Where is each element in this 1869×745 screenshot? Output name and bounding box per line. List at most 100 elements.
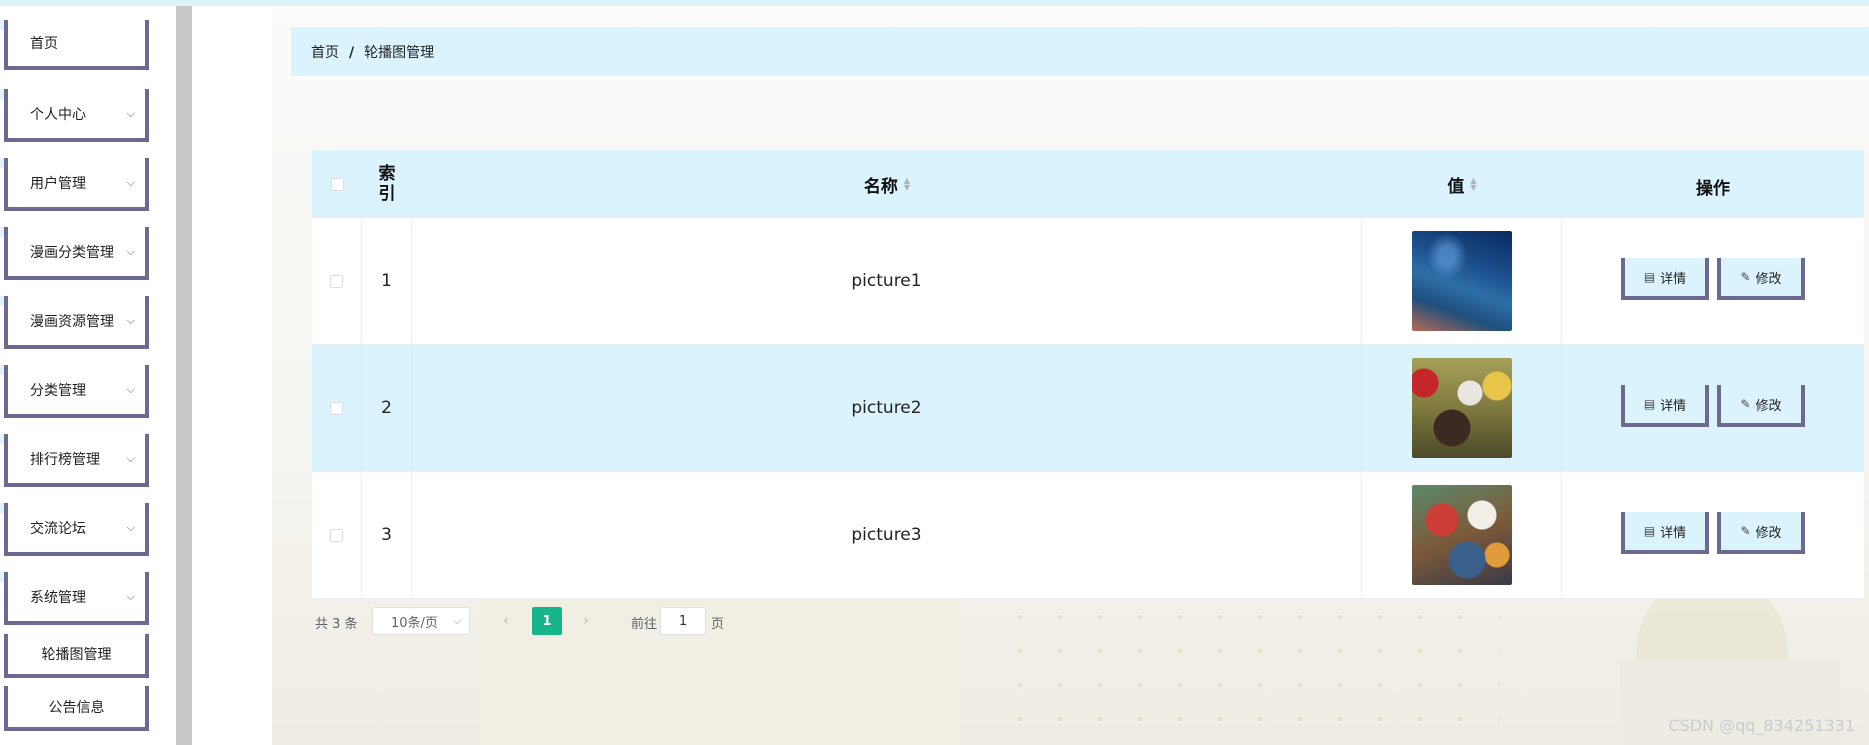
table-row: 2 picture2 ▤ 详情 ✎ 修改 — [312, 345, 1864, 472]
header-value-label: 值 — [1447, 176, 1465, 197]
layout-gap — [192, 6, 272, 745]
row-select — [312, 218, 362, 344]
detail-button-label: 详情 — [1660, 271, 1687, 287]
goto-page-input[interactable]: 1 — [660, 607, 706, 635]
row-name: picture2 — [412, 345, 1362, 471]
document-icon: ▤ — [1643, 524, 1656, 538]
goto-suffix: 页 — [711, 616, 725, 632]
edit-icon: ✎ — [1740, 270, 1751, 284]
row-select — [312, 472, 362, 598]
sort-icon[interactable]: ▲ ▼ — [1470, 177, 1476, 192]
table-row: 3 picture3 ▤ 详情 ✎ 修改 — [312, 472, 1864, 599]
chevron-down-icon: ⌵ — [126, 451, 135, 465]
header-value[interactable]: 值 ▲ ▼ — [1362, 150, 1562, 218]
carousel-thumbnail[interactable] — [1411, 485, 1512, 585]
sidebar-item-label: 漫画分类管理 — [30, 244, 114, 261]
sidebar-item-personal-center[interactable]: 个人中心 ⌵ — [4, 89, 149, 142]
row-checkbox[interactable] — [330, 274, 343, 288]
header-actions: 操作 — [1562, 150, 1864, 218]
row-checkbox[interactable] — [330, 528, 343, 542]
sidebar-item-label: 轮播图管理 — [41, 647, 112, 663]
header-name[interactable]: 名称 ▲ ▼ — [412, 150, 1362, 218]
sidebar-item-system-management[interactable]: 系统管理 ⌵ — [4, 572, 149, 625]
edit-button[interactable]: ✎ 修改 — [1717, 258, 1805, 300]
detail-button-label: 详情 — [1660, 525, 1687, 541]
sidebar-item-category-management[interactable]: 分类管理 ⌵ — [4, 365, 149, 418]
edit-icon: ✎ — [1740, 524, 1751, 538]
pagination-total: 共 3 条 — [315, 616, 358, 632]
page-size-select[interactable]: 10条/页 ⌵ — [372, 607, 470, 635]
row-index: 2 — [362, 345, 412, 471]
sidebar-item-home[interactable]: 首页 — [4, 20, 149, 70]
detail-button[interactable]: ▤ 详情 — [1621, 512, 1709, 554]
edit-icon: ✎ — [1740, 397, 1751, 411]
row-actions: ▤ 详情 ✎ 修改 — [1562, 218, 1864, 344]
sidebar: 首页 个人中心 ⌵ 用户管理 ⌵ 漫画分类管理 ⌵ 漫画资源管理 ⌵ 分类管理 … — [0, 6, 176, 745]
detail-button-label: 详情 — [1660, 398, 1687, 414]
page-size-value: 10条/页 — [391, 615, 438, 631]
row-value — [1362, 472, 1562, 598]
header-select-all — [312, 150, 362, 218]
sidebar-item-comic-category-management[interactable]: 漫画分类管理 ⌵ — [4, 227, 149, 280]
sidebar-item-label: 排行榜管理 — [30, 451, 100, 468]
breadcrumb: 首页 / 轮播图管理 — [291, 27, 1869, 76]
sidebar-item-label: 公告信息 — [48, 699, 105, 716]
chevron-down-icon: ⌵ — [126, 589, 135, 603]
chevron-down-icon: ⌵ — [126, 382, 135, 396]
sort-icon[interactable]: ▲ ▼ — [904, 177, 910, 192]
carousel-table: 索引 名称 ▲ ▼ 值 ▲ ▼ 操作 1 picture1 ▤ 详情 ✎ 修改 … — [312, 150, 1864, 599]
row-select — [312, 345, 362, 471]
sidebar-item-user-management[interactable]: 用户管理 ⌵ — [4, 158, 149, 211]
header-index: 索引 — [362, 150, 412, 218]
breadcrumb-current: 轮播图管理 — [364, 44, 435, 61]
edit-button[interactable]: ✎ 修改 — [1717, 385, 1805, 427]
sidebar-scrollbar[interactable] — [176, 6, 192, 745]
sidebar-item-label: 用户管理 — [30, 175, 86, 192]
chevron-down-icon: ⌵ — [126, 106, 135, 120]
sidebar-item-label: 分类管理 — [30, 382, 86, 399]
row-checkbox[interactable] — [330, 401, 343, 415]
sidebar-item-forum[interactable]: 交流论坛 ⌵ — [4, 503, 149, 556]
sidebar-item-announcements[interactable]: 公告信息 — [4, 686, 149, 731]
chevron-down-icon: ⌵ — [126, 244, 135, 258]
chevron-down-icon: ⌵ — [126, 520, 135, 534]
next-page-button[interactable]: › — [573, 607, 599, 635]
sidebar-item-carousel-management[interactable]: 轮播图管理 — [4, 634, 149, 678]
sidebar-item-ranking-management[interactable]: 排行榜管理 ⌵ — [4, 434, 149, 487]
edit-button-label: 修改 — [1755, 398, 1782, 414]
sidebar-item-label: 首页 — [30, 36, 58, 52]
row-actions: ▤ 详情 ✎ 修改 — [1562, 345, 1864, 471]
carousel-thumbnail[interactable] — [1411, 231, 1512, 331]
header-actions-label: 操作 — [1696, 178, 1730, 199]
row-index: 3 — [362, 472, 412, 598]
detail-button[interactable]: ▤ 详情 — [1621, 258, 1709, 300]
sidebar-item-label: 交流论坛 — [30, 520, 86, 537]
table-row: 1 picture1 ▤ 详情 ✎ 修改 — [312, 218, 1864, 345]
row-name: picture1 — [412, 218, 1362, 344]
sidebar-item-label: 个人中心 — [30, 106, 86, 123]
document-icon: ▤ — [1643, 270, 1656, 284]
watermark: CSDN @qq_834251331 — [1668, 716, 1855, 735]
carousel-thumbnail[interactable] — [1411, 358, 1512, 458]
breadcrumb-home[interactable]: 首页 — [311, 45, 339, 61]
sidebar-item-comic-resource-management[interactable]: 漫画资源管理 ⌵ — [4, 296, 149, 349]
row-value — [1362, 345, 1562, 471]
sidebar-item-label: 漫画资源管理 — [30, 313, 114, 330]
row-name: picture3 — [412, 472, 1362, 598]
select-all-checkbox[interactable] — [330, 177, 344, 191]
row-actions: ▤ 详情 ✎ 修改 — [1562, 472, 1864, 598]
table-header: 索引 名称 ▲ ▼ 值 ▲ ▼ 操作 — [312, 150, 1864, 218]
chevron-down-icon: ⌵ — [126, 175, 135, 189]
edit-button-label: 修改 — [1755, 271, 1782, 287]
edit-button[interactable]: ✎ 修改 — [1717, 512, 1805, 554]
background-dots — [1000, 600, 1500, 740]
breadcrumb-separator: / — [349, 44, 355, 61]
row-index: 1 — [362, 218, 412, 344]
top-strip — [0, 0, 1869, 6]
prev-page-button[interactable]: ‹ — [493, 607, 519, 635]
header-name-label: 名称 — [863, 176, 898, 197]
page-number-current[interactable]: 1 — [532, 607, 562, 635]
chevron-down-icon: ⌵ — [126, 313, 135, 327]
detail-button[interactable]: ▤ 详情 — [1621, 385, 1709, 427]
row-value — [1362, 218, 1562, 344]
